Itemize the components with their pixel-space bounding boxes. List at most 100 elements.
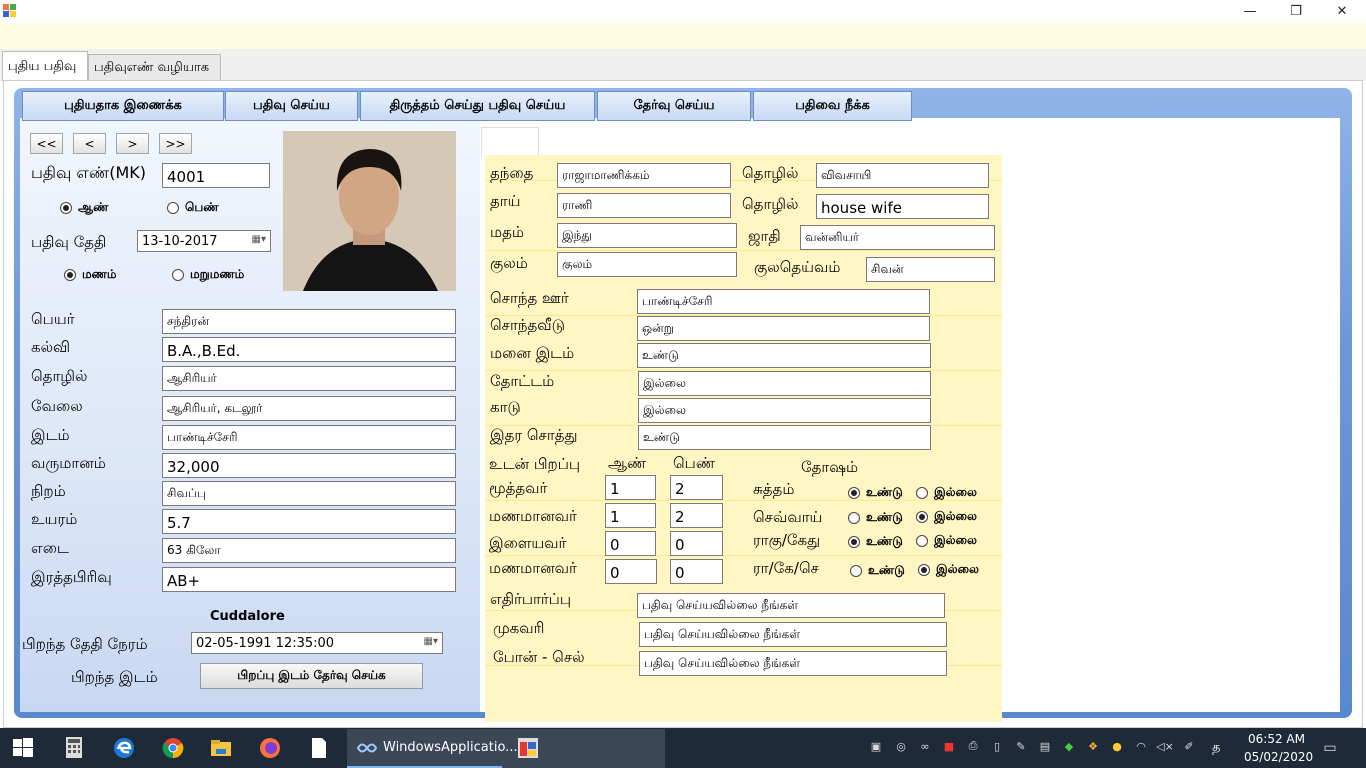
dosham-sevvai-yes-radio[interactable]: உண்டு	[848, 510, 903, 526]
windows-start-icon[interactable]	[12, 736, 36, 760]
minimize-button[interactable]: —	[1227, 0, 1273, 23]
tray-tool-icon[interactable]: ✎	[1013, 738, 1029, 754]
tray-usb-icon[interactable]: ▯	[989, 738, 1005, 754]
tray-app-icon[interactable]: ▣	[868, 738, 884, 754]
younger-married-female-input[interactable]: 0	[670, 559, 723, 584]
restore-button[interactable]: ❐	[1273, 0, 1319, 23]
radio-checked-icon	[918, 564, 930, 576]
elder-married-male-input[interactable]: 1	[605, 503, 656, 528]
caste-input[interactable]: வன்னியர்	[800, 225, 995, 250]
tray-sync-icon[interactable]: ◎	[893, 738, 909, 754]
mother-input[interactable]: ராணி	[557, 193, 731, 218]
close-button[interactable]: ✕	[1319, 0, 1365, 23]
religion-input[interactable]: இந்து	[557, 223, 737, 248]
name-input[interactable]: சந்திரன்	[162, 309, 456, 334]
dosham-rks-no-radio[interactable]: இல்லை	[918, 562, 979, 578]
forest-input[interactable]: இல்லை	[638, 398, 931, 423]
notepad-icon[interactable]	[307, 736, 331, 760]
edit-register-button[interactable]: திருத்தம் செய்து பதிவு செய்ய	[360, 91, 595, 121]
phone-input[interactable]: பதிவு செய்யவில்லை நீங்கள்	[639, 651, 947, 676]
notification-center-icon[interactable]: ▭	[1320, 738, 1340, 758]
input-language-indicator[interactable]: த	[1212, 741, 1220, 754]
dosham-rahu-yes-radio[interactable]: உண்டு	[848, 534, 903, 550]
income-input[interactable]: 32,000	[162, 453, 456, 478]
firefox-icon[interactable]	[258, 736, 282, 760]
clock-time[interactable]: 06:52 AM	[1248, 733, 1305, 745]
calendar-dropdown-icon[interactable]: ▦▾	[252, 234, 266, 251]
younger-married-male-input[interactable]: 0	[605, 559, 657, 584]
tray-network-icon[interactable]: ▤	[1037, 738, 1053, 754]
weight-input[interactable]: 63 கிலோ	[162, 538, 456, 563]
file-explorer-icon[interactable]	[209, 736, 233, 760]
first-record-button[interactable]: <<	[30, 133, 63, 154]
siblings-male-header: ஆண்	[608, 454, 647, 472]
marriage-first-radio[interactable]: மணம்	[64, 267, 117, 283]
edge-browser-icon[interactable]	[112, 736, 136, 760]
tab-by-reg-number[interactable]: பதிவுஎண் வழியாக	[88, 54, 221, 80]
father-job-input[interactable]: விவசாயி	[816, 163, 989, 188]
native-place-input[interactable]: பாண்டிச்சேரி	[637, 289, 930, 314]
next-record-button[interactable]: >	[116, 133, 149, 154]
tray-wifi-icon[interactable]: ◠	[1133, 738, 1149, 754]
mother-job-input[interactable]: house wife	[816, 194, 989, 219]
reg-date-value: 13-10-2017	[142, 234, 218, 249]
elder-male-input[interactable]: 1	[605, 475, 656, 500]
last-record-button[interactable]: >>	[159, 133, 192, 154]
select-button[interactable]: தேர்வு செய்ய	[597, 91, 751, 121]
clock-date[interactable]: 05/02/2020	[1244, 751, 1313, 763]
dosham-clean-yes-radio[interactable]: உண்டு	[848, 485, 903, 501]
clan-input[interactable]: குலம்	[557, 252, 737, 277]
place-input[interactable]: பாண்டிச்சேரி	[162, 425, 456, 450]
tray-pdf-icon[interactable]: ■	[941, 738, 957, 754]
expectation-input[interactable]: பதிவு செய்யவில்லை நீங்கள்	[637, 593, 945, 618]
tray-volume-mute-icon[interactable]: ◁×	[1156, 738, 1174, 754]
blood-group-input[interactable]: AB+	[162, 567, 456, 592]
birth-datetime-picker[interactable]: 02-05-1991 12:35:00 ▦▾	[191, 632, 443, 654]
delete-button[interactable]: பதிவை நீக்க	[753, 91, 912, 121]
tray-cloud-icon[interactable]: ●	[1109, 738, 1125, 754]
younger-male-input[interactable]: 0	[605, 531, 656, 556]
younger-female-input[interactable]: 0	[670, 531, 723, 556]
father-input[interactable]: ராஜாமாணிக்கம்	[557, 163, 731, 188]
tray-pen-icon[interactable]: ✐	[1181, 738, 1197, 754]
elder-female-input[interactable]: 2	[670, 475, 723, 500]
tray-gallery-icon[interactable]: ❖	[1085, 738, 1101, 754]
dosham-sevvai-no-radio[interactable]: இல்லை	[916, 509, 977, 525]
marriage-re-radio[interactable]: மறுமணம்	[172, 267, 244, 283]
no-label: இல்லை	[934, 485, 977, 499]
reg-date-picker[interactable]: 13-10-2017 ▦▾	[137, 230, 271, 252]
tray-shield-icon[interactable]: ◆	[1061, 738, 1077, 754]
tab-new-registration[interactable]: புதிய பதிவு	[2, 51, 88, 81]
dosham-rahu-no-radio[interactable]: இல்லை	[916, 533, 977, 549]
height-input[interactable]: 5.7	[162, 509, 456, 534]
select-birthplace-button[interactable]: பிறப்பு இடம் தேர்வு செய்க	[200, 663, 423, 689]
dosham-clean-no-radio[interactable]: இல்லை	[916, 485, 977, 501]
job-input[interactable]: ஆசிரியர், கடலூர்	[162, 396, 456, 421]
forest-label: காடு	[490, 398, 521, 416]
add-new-button[interactable]: புதியதாக இணைக்க	[22, 91, 224, 121]
birth-datetime-value: 02-05-1991 12:35:00	[196, 636, 335, 651]
tray-link-icon[interactable]: ∞	[917, 738, 933, 754]
garden-input[interactable]: இல்லை	[638, 371, 931, 396]
chrome-browser-icon[interactable]	[161, 736, 185, 760]
calculator-icon[interactable]	[63, 736, 87, 760]
other-property-input[interactable]: உண்டு	[638, 425, 931, 450]
education-input[interactable]: B.A.,B.Ed.	[162, 337, 456, 362]
occupation-input[interactable]: ஆசிரியர்	[162, 366, 456, 391]
register-button[interactable]: பதிவு செய்ய	[225, 91, 358, 121]
tray-printer-icon[interactable]: ⎙	[965, 738, 981, 754]
complexion-input[interactable]: சிவப்பு	[162, 481, 456, 506]
elder-married-female-input[interactable]: 2	[670, 503, 723, 528]
dosham-rks-yes-radio[interactable]: உண்டு	[850, 563, 905, 579]
reg-number-input[interactable]: 4001	[162, 163, 270, 188]
deity-input[interactable]: சிவன்	[866, 257, 995, 282]
gender-male-radio[interactable]: ஆண்	[60, 200, 108, 216]
prev-record-button[interactable]: <	[73, 133, 106, 154]
address-input[interactable]: பதிவு செய்யவில்லை நீங்கள்	[639, 622, 947, 647]
inner-tab[interactable]	[481, 127, 539, 157]
plot-input[interactable]: உண்டு	[637, 343, 931, 368]
own-house-input[interactable]: ஒன்று	[637, 316, 930, 341]
calendar-dropdown-icon[interactable]: ▦▾	[424, 636, 438, 653]
gender-female-radio[interactable]: பெண்	[167, 200, 219, 216]
winforms-app-icon[interactable]	[517, 737, 539, 759]
